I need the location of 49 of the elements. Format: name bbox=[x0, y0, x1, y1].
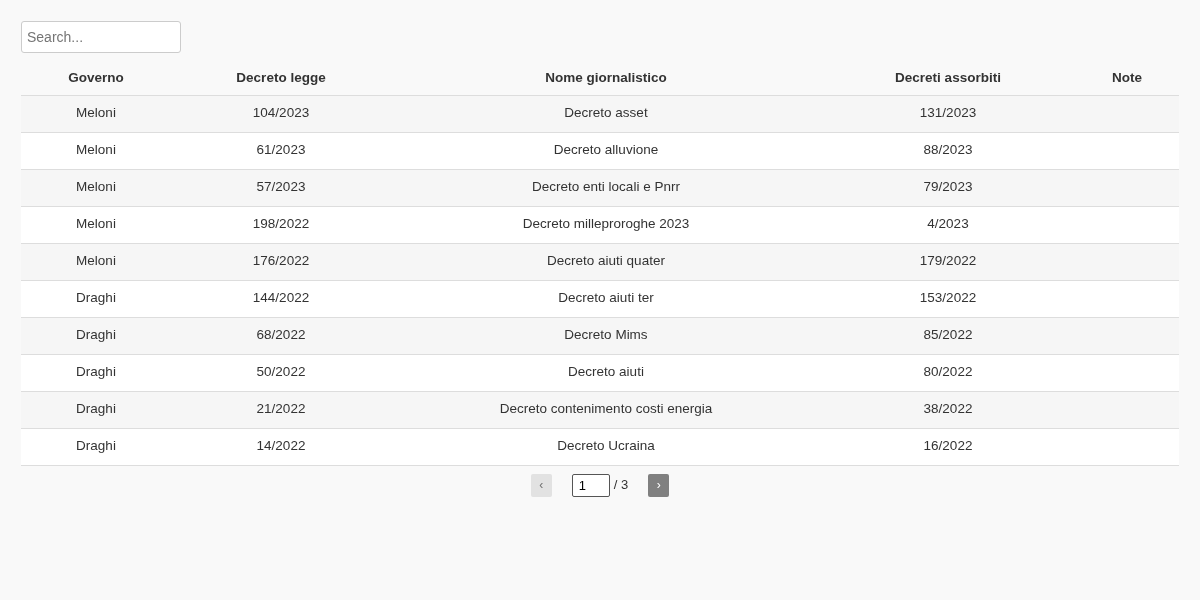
table-cell: 131/2023 bbox=[821, 95, 1075, 132]
table-cell: 21/2022 bbox=[171, 391, 391, 428]
table-cell: Draghi bbox=[21, 354, 171, 391]
table-cell: 179/2022 bbox=[821, 243, 1075, 280]
table-cell: Decreto aiuti bbox=[391, 354, 821, 391]
table-cell: 79/2023 bbox=[821, 169, 1075, 206]
search-field[interactable]: Search... bbox=[21, 21, 181, 53]
table-cell: 68/2022 bbox=[171, 317, 391, 354]
column-header: Decreti assorbiti bbox=[821, 61, 1075, 95]
table-cell: Draghi bbox=[21, 428, 171, 465]
table-cell: 198/2022 bbox=[171, 206, 391, 243]
table-cell: 153/2022 bbox=[821, 280, 1075, 317]
table-cell: Decreto asset bbox=[391, 95, 821, 132]
table-cell: 80/2022 bbox=[821, 354, 1075, 391]
table-cell: 104/2023 bbox=[171, 95, 391, 132]
table-cell: 61/2023 bbox=[171, 132, 391, 169]
table-cell: 16/2022 bbox=[821, 428, 1075, 465]
table-cell: 85/2022 bbox=[821, 317, 1075, 354]
next-page-button[interactable]: › bbox=[648, 473, 670, 497]
column-header: Nome giornalistico bbox=[391, 61, 821, 95]
table-cell: 88/2023 bbox=[821, 132, 1075, 169]
table-cell: 57/2023 bbox=[171, 169, 391, 206]
column-header: Governo bbox=[21, 61, 171, 95]
table-cell: Decreto contenimento costi energia bbox=[391, 391, 821, 428]
page-total: / 3 bbox=[613, 476, 629, 495]
table-cell: Decreto milleproroghe 2023 bbox=[391, 206, 821, 243]
table-cell: Draghi bbox=[21, 391, 171, 428]
table-cell: Draghi bbox=[21, 280, 171, 317]
page-input[interactable]: 1 bbox=[571, 473, 610, 497]
table-cell: 50/2022 bbox=[171, 354, 391, 391]
table-cell: Meloni bbox=[21, 206, 171, 243]
table-cell: Draghi bbox=[21, 317, 171, 354]
table-cell: Decreto alluvione bbox=[391, 132, 821, 169]
table-cell: 38/2022 bbox=[821, 391, 1075, 428]
table-cell: 176/2022 bbox=[171, 243, 391, 280]
column-header: Decreto legge bbox=[171, 61, 391, 95]
column-header: Note bbox=[1075, 61, 1179, 95]
table-cell: 14/2022 bbox=[171, 428, 391, 465]
table-cell: Meloni bbox=[21, 169, 171, 206]
table-cell: Meloni bbox=[21, 132, 171, 169]
table-cell: Decreto enti locali e Pnrr bbox=[391, 169, 821, 206]
table-cell: Decreto aiuti ter bbox=[391, 280, 821, 317]
table-cell: Decreto aiuti quater bbox=[391, 243, 821, 280]
table-cell: 4/2023 bbox=[821, 206, 1075, 243]
table-cell: Meloni bbox=[21, 95, 171, 132]
table-cell: Decreto Ucraina bbox=[391, 428, 821, 465]
table-cell: Decreto Mims bbox=[391, 317, 821, 354]
table-cell: Meloni bbox=[21, 243, 171, 280]
table-cell: 144/2022 bbox=[171, 280, 391, 317]
